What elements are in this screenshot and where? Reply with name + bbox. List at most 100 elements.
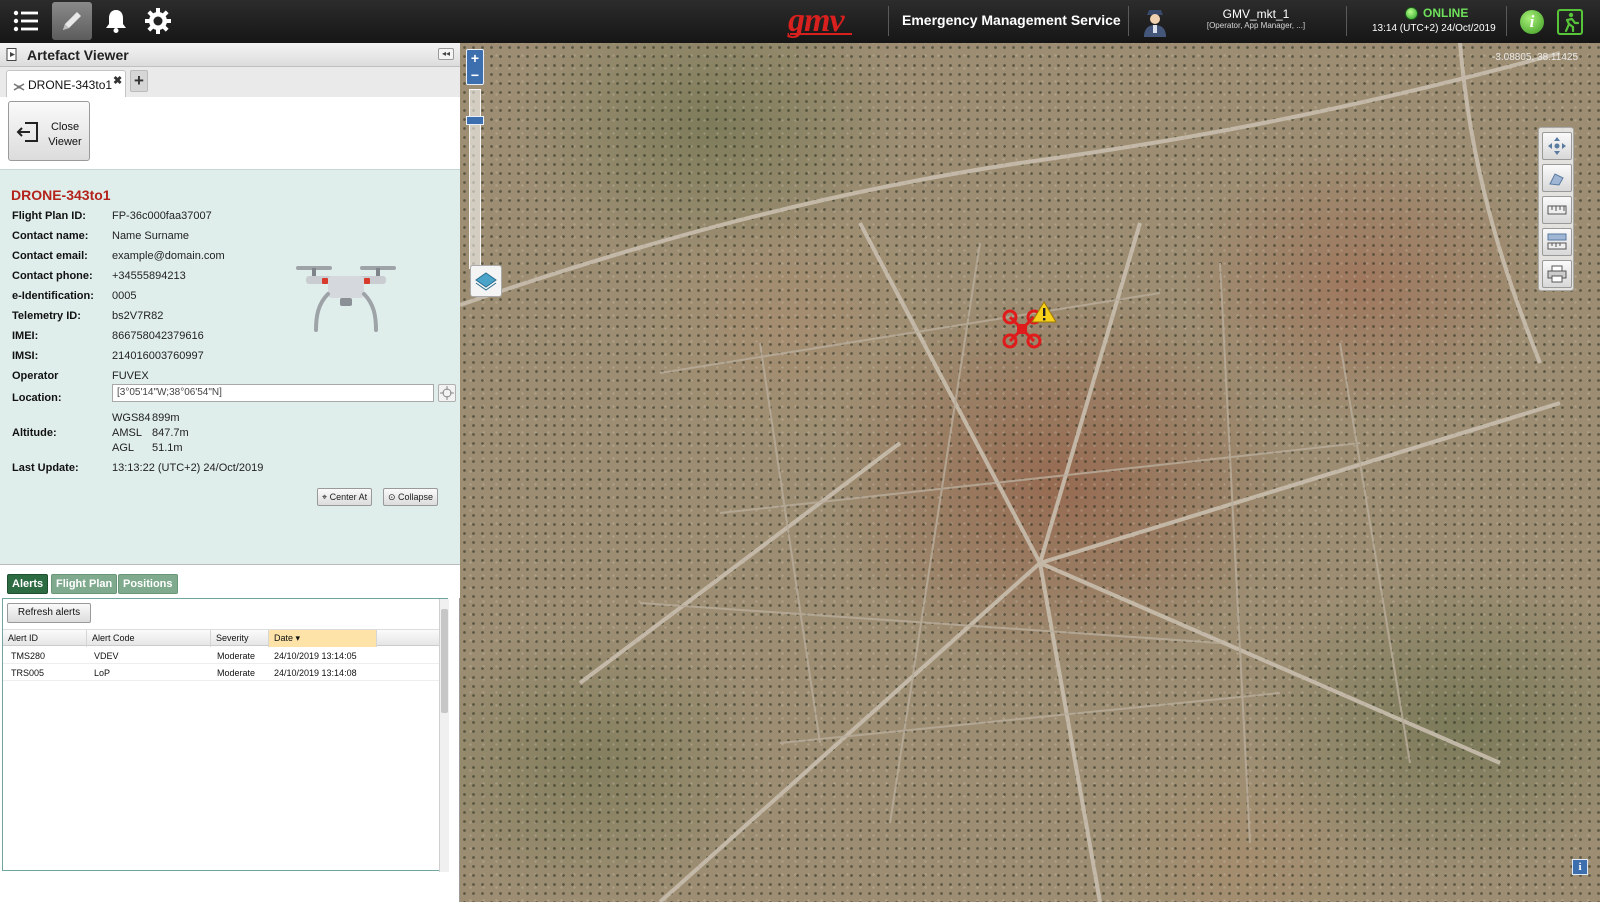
cell-alert-id: TRS005 xyxy=(11,668,45,678)
connection-status: ONLINE xyxy=(1423,6,1469,20)
field-value: 214016003760997 xyxy=(112,350,204,362)
info-row-last-update: Last Update: 13:13:22 (UTC+2) 24/Oct/2019 xyxy=(12,462,452,478)
field-value: bs2V7R82 xyxy=(112,310,164,322)
info-row-flight-plan: Flight Plan ID: FP-36c000faa37007 xyxy=(12,210,452,226)
drone-map-marker[interactable] xyxy=(1000,301,1058,351)
bell-icon[interactable] xyxy=(96,2,136,40)
field-value: +34555894213 xyxy=(112,270,186,282)
collapse-button[interactable]: ⊙ Collapse xyxy=(383,488,439,506)
cell-alert-id: TMS280 xyxy=(11,651,46,661)
altitude-value: 899m xyxy=(152,412,180,424)
field-value: Name Surname xyxy=(112,230,190,242)
user-avatar-icon[interactable] xyxy=(1140,6,1170,38)
panel-title: Artefact Viewer xyxy=(27,47,129,63)
divider xyxy=(1128,6,1129,36)
cell-date: 24/10/2019 13:14:08 xyxy=(274,668,357,678)
cell-alert-code: LoP xyxy=(94,668,111,678)
printer-icon[interactable] xyxy=(1542,260,1572,288)
tab-drone-343to1[interactable]: DRONE-343to1 ✖ xyxy=(6,70,126,97)
tab-flight-plan[interactable]: Flight Plan xyxy=(51,574,118,594)
divider xyxy=(1346,6,1347,36)
crosshair-icon: ⌖ xyxy=(322,492,330,502)
altitude-value: 847.7m xyxy=(152,427,189,439)
ruler-icon[interactable] xyxy=(1542,196,1572,224)
cell-alert-code: VDEV xyxy=(94,651,119,661)
column-severity[interactable]: Severity xyxy=(211,630,269,647)
zoom-in-button[interactable]: + xyxy=(467,50,483,67)
info-row-altitude: Altitude: xyxy=(12,427,452,443)
drone-illustration-icon xyxy=(294,254,398,338)
drone-title: DRONE-343to1 xyxy=(11,187,111,203)
alerts-scrollbar[interactable] xyxy=(439,599,449,872)
field-label: e-Identification: xyxy=(12,290,94,302)
tab-alerts[interactable]: Alerts xyxy=(7,574,49,594)
gear-icon[interactable] xyxy=(138,2,178,40)
field-value: FP-36c000faa37007 xyxy=(112,210,212,222)
altitude-ref: AGL xyxy=(112,442,135,454)
cell-severity: Moderate xyxy=(217,668,256,678)
collapse-panel-button[interactable]: ◂◂ xyxy=(438,48,454,60)
satellite-map[interactable]: + − -3.08805, 38.11425 i xyxy=(460,43,1600,902)
panel-header: Artefact Viewer ◂◂ xyxy=(0,43,460,67)
altitude-ref: AMSL xyxy=(112,427,142,439)
tab-label: DRONE-343to1 xyxy=(28,78,113,92)
logo-underline xyxy=(790,33,852,35)
close-tab-icon[interactable]: ✖ xyxy=(113,74,122,87)
field-label: Last Update: xyxy=(12,462,79,474)
zoom-out-button[interactable]: − xyxy=(467,67,483,84)
pan-icon[interactable] xyxy=(1542,132,1572,160)
table-row[interactable]: TRS005 LoP Moderate 24/10/2019 13:14:08 xyxy=(3,664,439,681)
map-tools xyxy=(1538,127,1574,291)
cell-date: 24/10/2019 13:14:05 xyxy=(274,651,357,661)
map-info-icon[interactable]: i xyxy=(1572,859,1588,875)
close-viewer-label: Close Viewer xyxy=(48,121,82,148)
exit-arrow-icon xyxy=(16,120,40,149)
artefact-tabs: DRONE-343to1 ✖ + xyxy=(0,67,460,97)
column-alert-code[interactable]: Alert Code xyxy=(87,630,211,647)
field-value: 866758042379616 xyxy=(112,330,204,342)
field-label: Flight Plan ID: xyxy=(12,210,86,222)
field-label: IMSI: xyxy=(12,350,39,362)
exit-icon[interactable] xyxy=(1557,9,1583,35)
field-label: Operator xyxy=(12,370,59,382)
scrollbar-thumb[interactable] xyxy=(441,609,448,713)
online-status-icon xyxy=(1405,7,1418,20)
tab-positions[interactable]: Positions xyxy=(118,574,178,594)
add-tab-button[interactable]: + xyxy=(130,70,148,92)
list-menu-icon[interactable] xyxy=(6,2,46,40)
current-time: 13:14 (UTC+2) 24/Oct/2019 xyxy=(1372,23,1496,34)
refresh-alerts-button[interactable]: Refresh alerts xyxy=(7,603,91,623)
circle-up-icon: ⊙ xyxy=(388,492,399,502)
field-value: 0005 xyxy=(112,290,137,302)
field-label: Altitude: xyxy=(12,427,57,439)
user-role: [Operator, App Manager, ...] xyxy=(1206,21,1306,30)
info-row-imsi: IMSI: 214016003760997 xyxy=(12,350,452,366)
close-viewer-button[interactable]: Close Viewer xyxy=(8,101,90,161)
center-at-button[interactable]: ⌖ Center At xyxy=(317,488,373,506)
altitude-agl: AGL 51.1m xyxy=(112,442,183,454)
ruler-area-icon[interactable] xyxy=(1542,228,1572,256)
column-date[interactable]: Date ▾ xyxy=(269,630,377,647)
table-row[interactable]: TMS280 VDEV Moderate 24/10/2019 13:14:05 xyxy=(3,647,439,664)
measure-area-icon[interactable] xyxy=(1542,164,1572,192)
zoom-control: + − xyxy=(466,49,484,85)
altitude-ref: WGS84 xyxy=(112,412,151,424)
column-alert-id[interactable]: Alert ID xyxy=(3,630,87,647)
document-icon xyxy=(6,48,18,61)
info-icon[interactable]: i xyxy=(1520,10,1544,34)
app-title: Emergency Management Service xyxy=(902,12,1121,28)
zoom-slider-handle[interactable] xyxy=(466,116,484,125)
field-value: example@domain.com xyxy=(112,250,225,262)
info-row-contact-name: Contact name: Name Surname xyxy=(12,230,452,246)
crosshair-icon[interactable] xyxy=(438,384,456,402)
alerts-panel: Refresh alerts Alert ID Alert Code Sever… xyxy=(2,598,449,872)
cell-severity: Moderate xyxy=(217,651,256,661)
divider xyxy=(888,6,889,36)
location-field[interactable]: [3°05'14"W;38°06'54"N] xyxy=(112,384,434,402)
alerts-table-header: Alert ID Alert Code Severity Date ▾ xyxy=(3,629,439,647)
drone-info: DRONE-343to1 Flight Plan ID: FP-36c000faa… xyxy=(0,169,460,564)
pencil-icon[interactable] xyxy=(52,2,92,40)
layers-icon[interactable] xyxy=(470,265,502,297)
user-name[interactable]: GMV_mkt_1 xyxy=(1186,7,1326,21)
field-value: 13:13:22 (UTC+2) 24/Oct/2019 xyxy=(112,462,264,474)
